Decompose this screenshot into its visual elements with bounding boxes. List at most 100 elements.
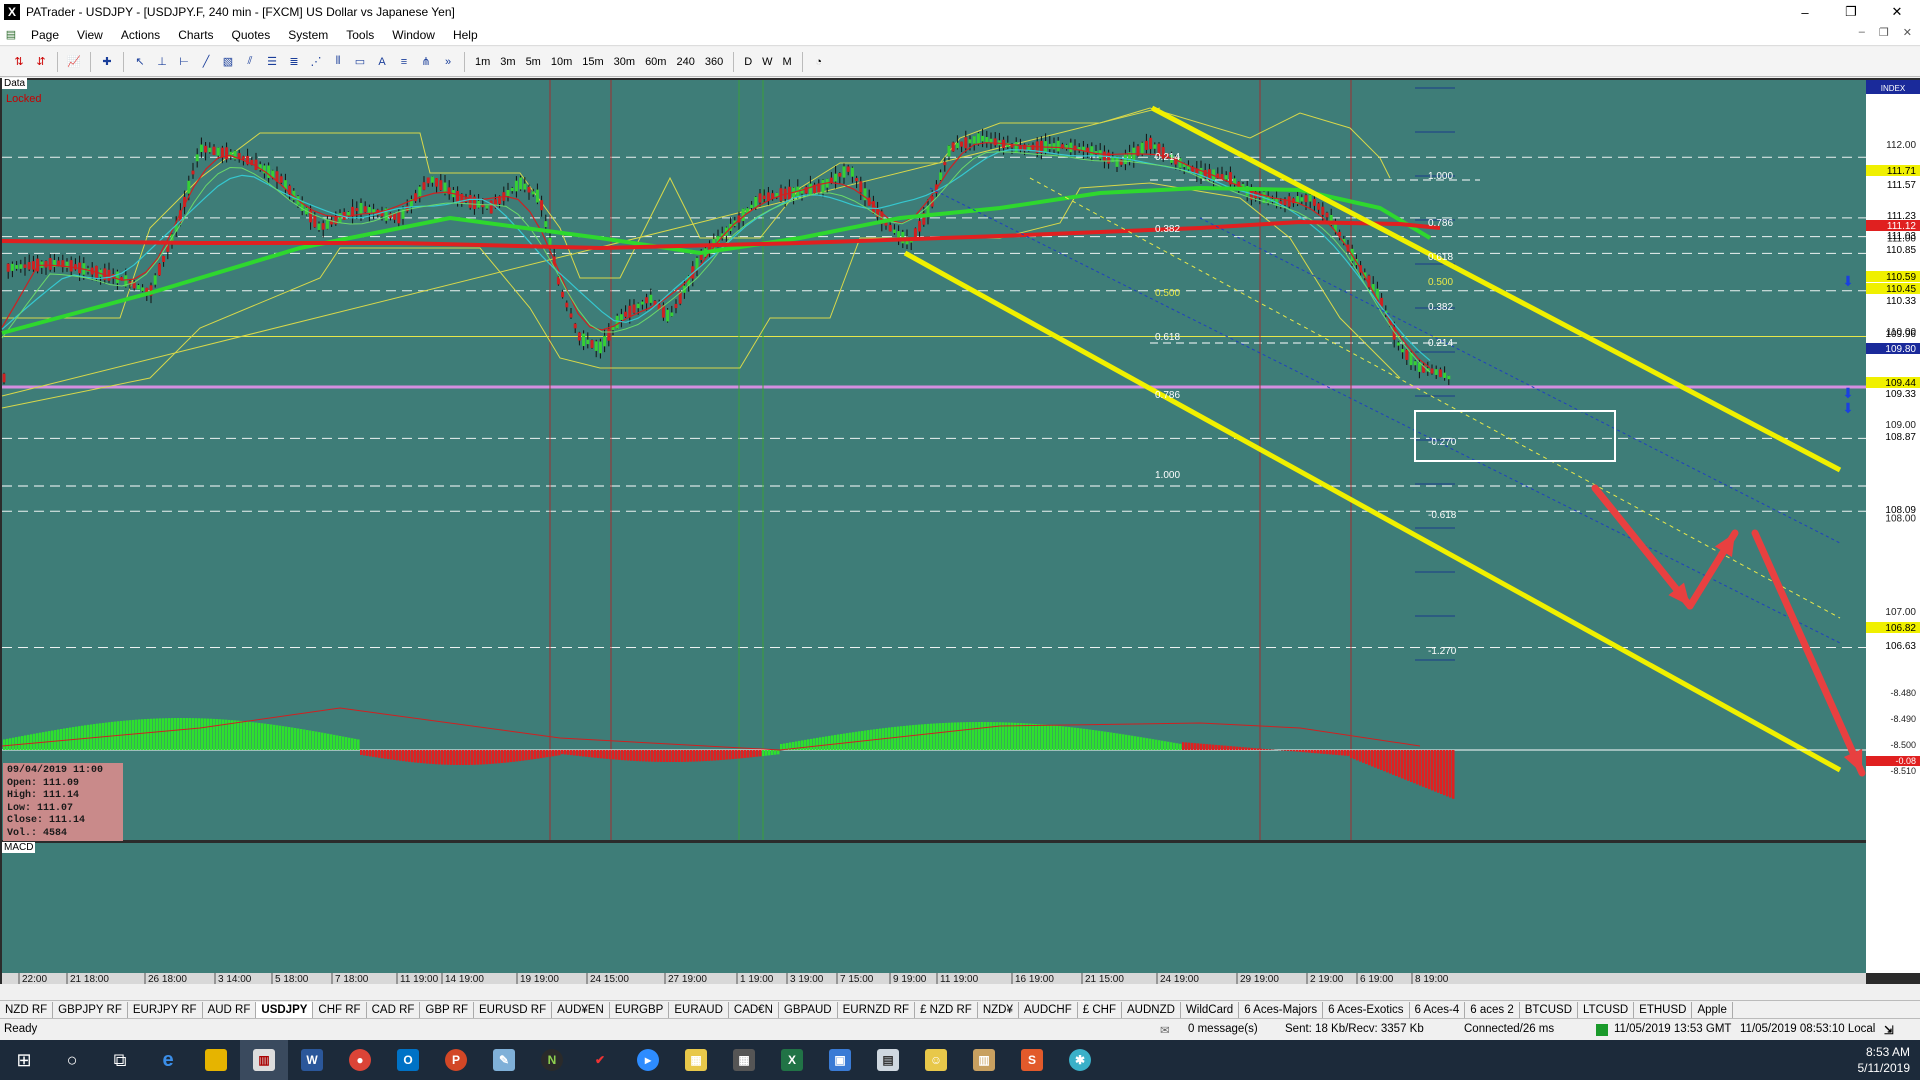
clock-icon[interactable]: ◔ xyxy=(810,53,828,71)
snagit-icon[interactable]: S xyxy=(1008,1040,1056,1080)
contacts-icon[interactable]: ☺ xyxy=(912,1040,960,1080)
task-view-icon[interactable]: ⧉ xyxy=(96,1040,144,1080)
symbol-tab[interactable]: Apple xyxy=(1692,1001,1733,1018)
menu-actions[interactable]: Actions xyxy=(112,28,169,42)
order-icon[interactable]: ⇵ xyxy=(32,53,50,71)
buy-sell-icon[interactable]: ⇅ xyxy=(10,53,28,71)
period-monthly[interactable]: M xyxy=(778,56,797,68)
symbol-tab[interactable]: CHF RF xyxy=(313,1001,367,1018)
ninja-icon[interactable]: N xyxy=(528,1040,576,1080)
symbol-tab[interactable]: EURJPY RF xyxy=(128,1001,203,1018)
symbol-tab[interactable]: £ CHF xyxy=(1078,1001,1122,1018)
chart-area[interactable]: 0.214 0.382 0.500 0.618 0.786 1.000 1.000 0.786… xyxy=(0,78,1920,984)
symbol-tab[interactable]: NZD¥ xyxy=(978,1001,1019,1018)
symbol-tab[interactable]: BTCUSD xyxy=(1520,1001,1579,1018)
chart-type-icon[interactable]: 📈 xyxy=(65,53,83,71)
symbol-tab[interactable]: ETHUSD xyxy=(1634,1001,1693,1018)
outlook-icon[interactable]: O xyxy=(384,1040,432,1080)
edge-icon[interactable]: e xyxy=(144,1040,192,1080)
status-messages[interactable]: 0 message(s) xyxy=(1188,1023,1258,1035)
search-icon[interactable]: ○ xyxy=(48,1040,96,1080)
explorer-icon[interactable] xyxy=(192,1040,240,1080)
menu-tools[interactable]: Tools xyxy=(337,28,383,42)
page-icon[interactable]: ▤ xyxy=(2,26,20,44)
levels-icon[interactable]: ≡ xyxy=(395,53,413,71)
horizontal-line-icon[interactable]: ⊥ xyxy=(153,53,171,71)
calendar-icon[interactable]: ▤ xyxy=(864,1040,912,1080)
symbol-tab[interactable]: AUD¥EN xyxy=(552,1001,610,1018)
period-daily[interactable]: D xyxy=(739,56,757,68)
symbol-tab[interactable]: GBPAUD xyxy=(779,1001,838,1018)
symbol-tab[interactable]: WildCard xyxy=(1181,1001,1240,1018)
more-tools-icon[interactable]: » xyxy=(439,53,457,71)
timeframe-240[interactable]: 240 xyxy=(671,56,699,68)
symbol-tab[interactable]: LTCUSD xyxy=(1578,1001,1635,1018)
period-weekly[interactable]: W xyxy=(757,56,777,68)
timeframe-3m[interactable]: 3m xyxy=(495,56,520,68)
minimize-button[interactable]: – xyxy=(1782,0,1828,24)
taskbar-clock[interactable]: 8:53 AM 5/11/2019 xyxy=(1858,1044,1911,1076)
calculator-icon[interactable]: ▦ xyxy=(720,1040,768,1080)
timeframe-1m[interactable]: 1m xyxy=(470,56,495,68)
fib-extension-icon[interactable]: ≣ xyxy=(285,53,303,71)
menu-help[interactable]: Help xyxy=(444,28,487,42)
patrader-icon[interactable]: ▥ xyxy=(240,1040,288,1080)
symbol-tab[interactable]: AUDNZD xyxy=(1122,1001,1181,1018)
menu-view[interactable]: View xyxy=(68,28,112,42)
symbol-tab[interactable]: £ NZD RF xyxy=(915,1001,978,1018)
app-icon-taskbar[interactable]: ✱ xyxy=(1056,1040,1104,1080)
timeframe-360[interactable]: 360 xyxy=(700,56,728,68)
symbol-tab[interactable]: EURNZD RF xyxy=(838,1001,916,1018)
price-chart[interactable]: 0.214 0.382 0.500 0.618 0.786 1.000 1.000 0.786… xyxy=(0,78,1920,984)
timeframe-15m[interactable]: 15m xyxy=(577,56,608,68)
word-icon[interactable]: W xyxy=(288,1040,336,1080)
chrome-icon[interactable]: ● xyxy=(336,1040,384,1080)
menu-quotes[interactable]: Quotes xyxy=(223,28,280,42)
symbol-tab[interactable]: NZD RF xyxy=(0,1001,54,1018)
mdi-restore-button[interactable]: ❐ xyxy=(1879,26,1889,39)
menu-system[interactable]: System xyxy=(279,28,337,42)
symbol-tab[interactable]: CAD RF xyxy=(367,1001,421,1018)
symbol-tab[interactable]: USDJPY xyxy=(256,1001,314,1018)
text-icon[interactable]: A xyxy=(373,53,391,71)
menu-window[interactable]: Window xyxy=(383,28,444,42)
vertical-line-icon[interactable]: ⊢ xyxy=(175,53,193,71)
powerpoint-icon[interactable]: P xyxy=(432,1040,480,1080)
fib-retracement-icon[interactable]: ☰ xyxy=(263,53,281,71)
symbol-tab[interactable]: 6 Aces-Majors xyxy=(1239,1001,1324,1018)
notes-icon[interactable]: ✎ xyxy=(480,1040,528,1080)
symbol-tab[interactable]: EURGBP xyxy=(610,1001,670,1018)
mdi-minimize-button[interactable]: – xyxy=(1859,26,1865,39)
menu-charts[interactable]: Charts xyxy=(169,28,222,42)
fib-fan-icon[interactable]: ⫽ xyxy=(241,53,259,71)
symbol-tab[interactable]: 6 Aces-4 xyxy=(1410,1001,1466,1018)
maximize-button[interactable]: ❐ xyxy=(1828,0,1874,24)
symbol-tab[interactable]: AUD RF xyxy=(203,1001,257,1018)
menu-page[interactable]: Page xyxy=(22,28,68,42)
trendline-icon[interactable]: ╱ xyxy=(197,53,215,71)
close-button[interactable]: ✕ xyxy=(1874,0,1920,24)
symbol-tab[interactable]: GBP RF xyxy=(420,1001,475,1018)
symbol-tab[interactable]: AUDCHF xyxy=(1019,1001,1078,1018)
pitchfork-icon[interactable]: ⋔ xyxy=(417,53,435,71)
book-icon[interactable]: ▥ xyxy=(960,1040,1008,1080)
symbol-tab[interactable]: 6 Aces-Exotics xyxy=(1323,1001,1410,1018)
symbol-tab[interactable]: GBPJPY RF xyxy=(53,1001,128,1018)
start-icon[interactable]: ⊞ xyxy=(0,1040,48,1080)
files-icon[interactable]: ▦ xyxy=(672,1040,720,1080)
excel-icon[interactable]: X xyxy=(768,1040,816,1080)
zoom-icon[interactable]: ▸ xyxy=(624,1040,672,1080)
remote-icon[interactable]: ▣ xyxy=(816,1040,864,1080)
crosshair-icon[interactable]: ✚ xyxy=(98,53,116,71)
channel-icon[interactable]: ▧ xyxy=(219,53,237,71)
timeframe-5m[interactable]: 5m xyxy=(521,56,546,68)
mdi-close-button[interactable]: ✕ xyxy=(1903,26,1912,39)
symbol-tab[interactable]: EURUSD RF xyxy=(474,1001,553,1018)
timeframe-10m[interactable]: 10m xyxy=(546,56,577,68)
timeframe-30m[interactable]: 30m xyxy=(609,56,640,68)
pointer-icon[interactable]: ↖ xyxy=(131,53,149,71)
rectangle-icon[interactable]: ▭ xyxy=(351,53,369,71)
time-zones-icon[interactable]: ⫴ xyxy=(329,53,347,71)
symbol-tab[interactable]: EURAUD xyxy=(669,1001,729,1018)
timeframe-60m[interactable]: 60m xyxy=(640,56,671,68)
